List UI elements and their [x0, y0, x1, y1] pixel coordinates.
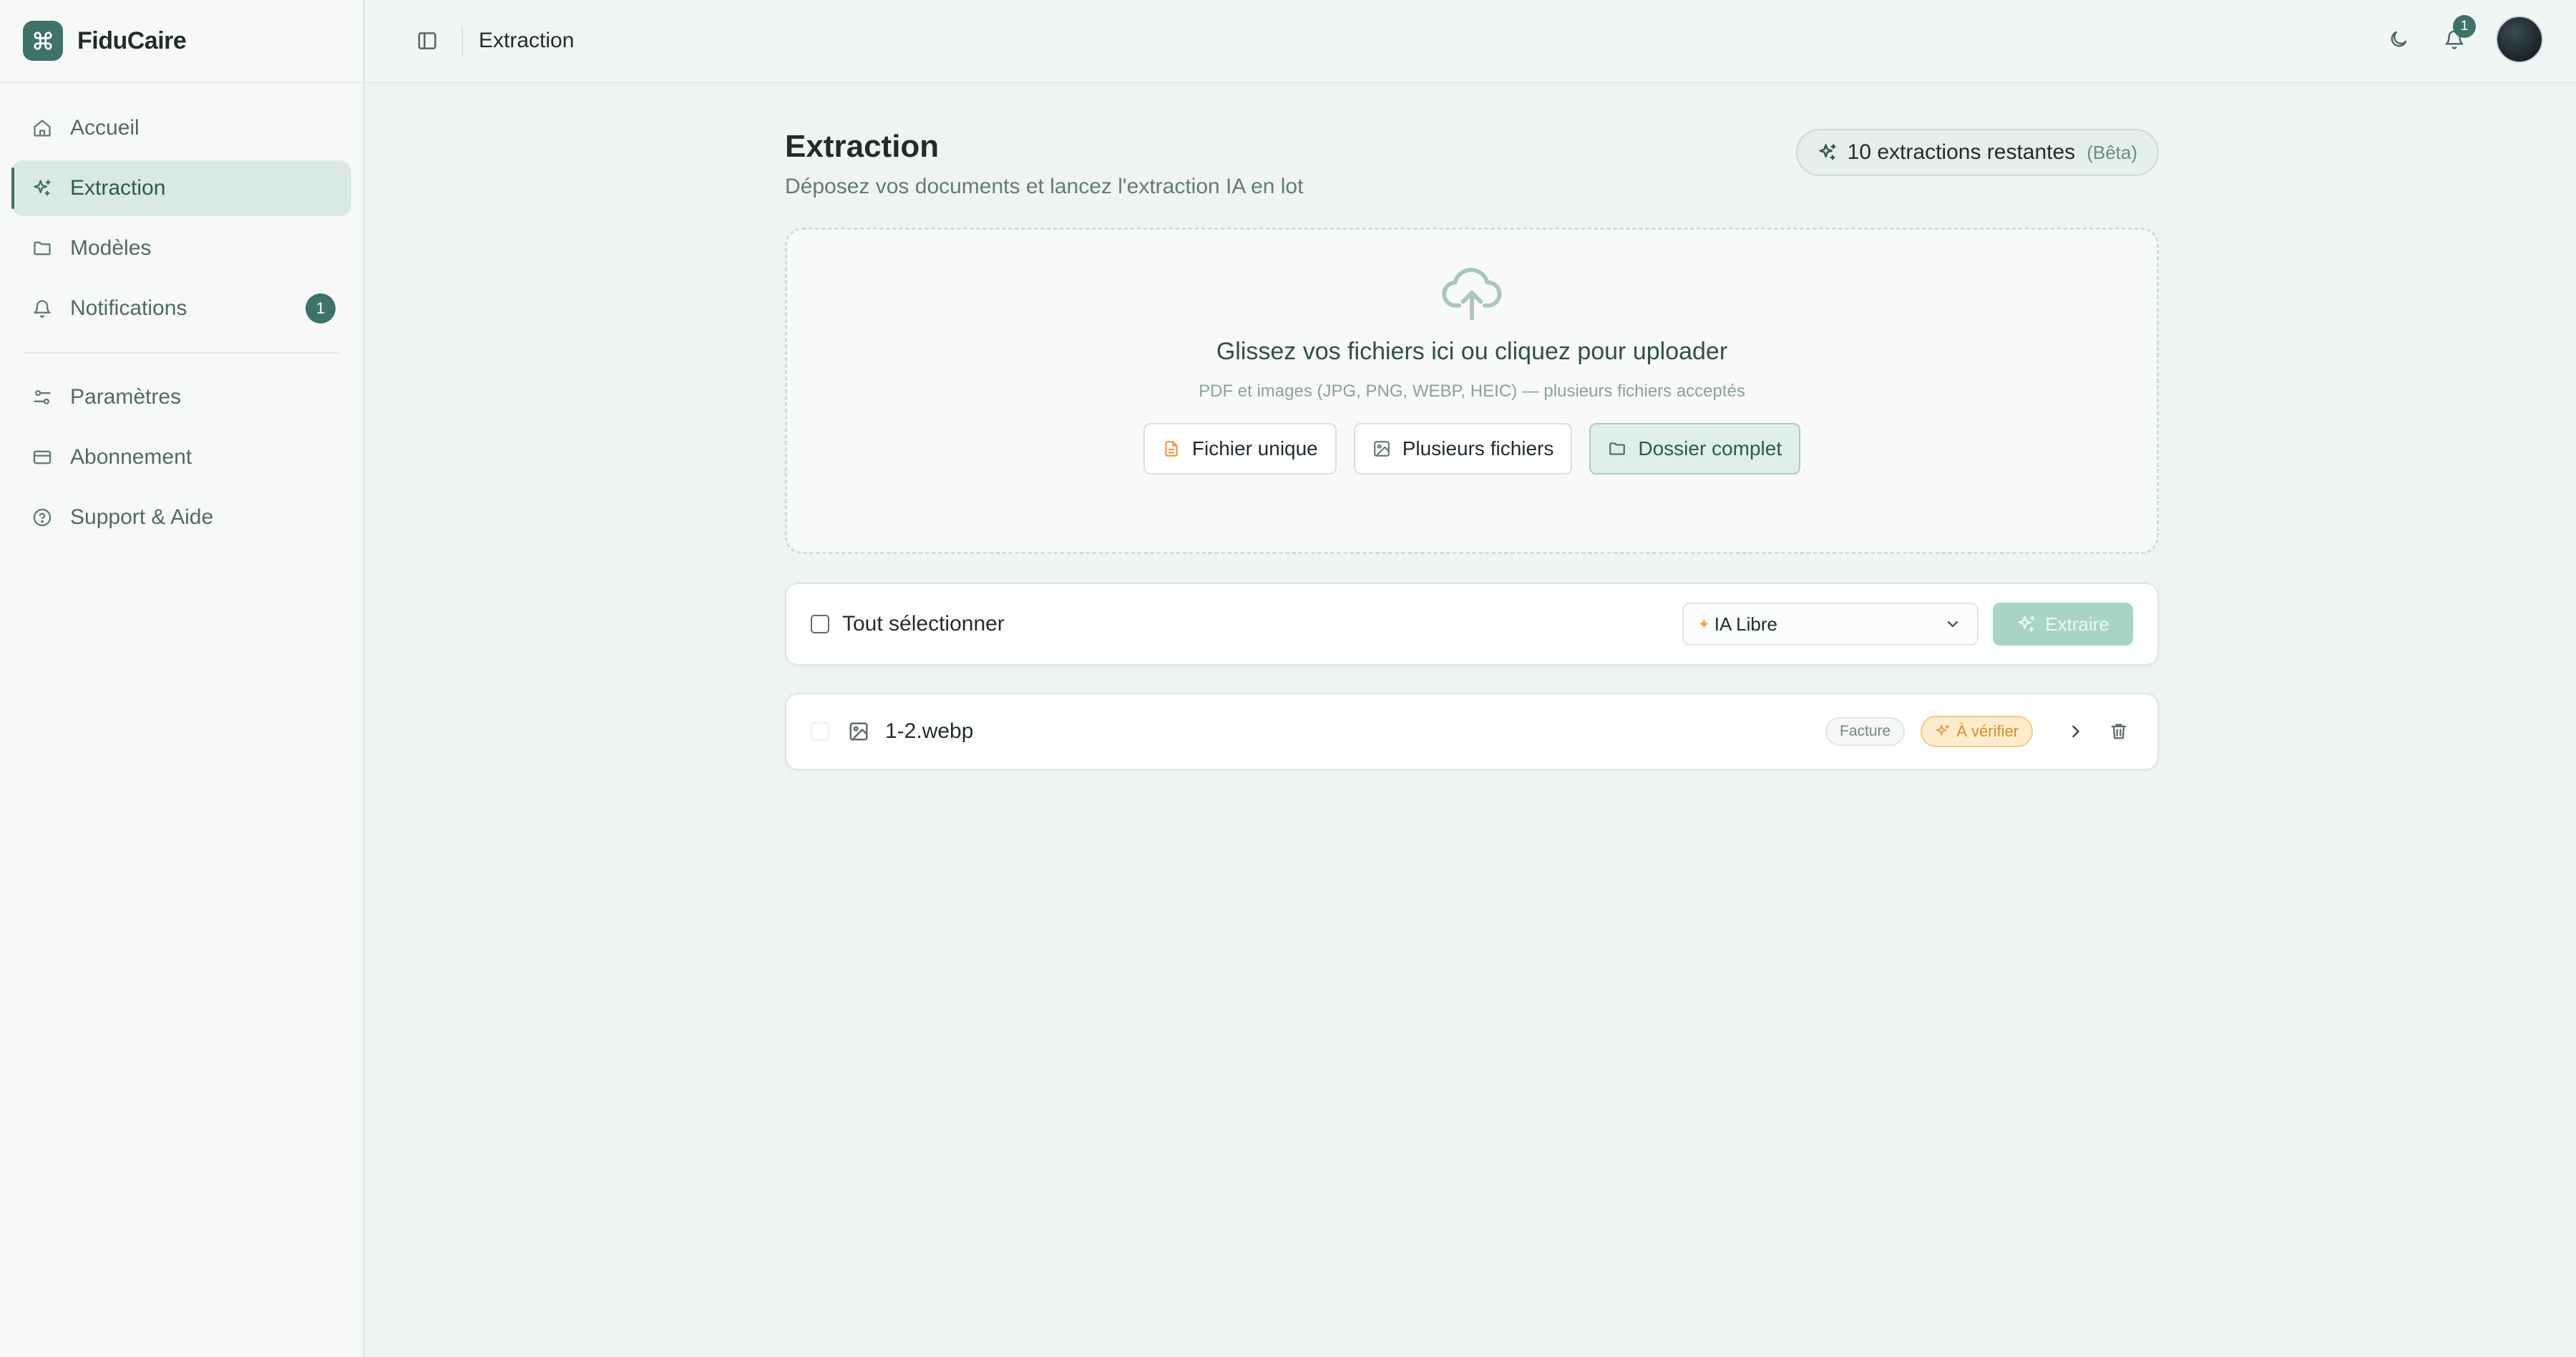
chevron-down-icon — [1944, 616, 1961, 633]
delete-file-button[interactable] — [2104, 717, 2133, 746]
image-icon — [848, 721, 869, 742]
page-subtitle: Déposez vos documents et lancez l'extrac… — [785, 175, 1304, 198]
home-icon — [31, 117, 53, 139]
sparkles-icon — [1818, 142, 1838, 162]
moon-icon — [2391, 31, 2407, 47]
brand-name: FiduCaire — [77, 26, 187, 54]
command-icon — [23, 21, 63, 61]
file-checkbox[interactable] — [811, 722, 829, 741]
multiple-files-button[interactable]: Plusieurs fichiers — [1353, 423, 1573, 475]
sparkle-icon: ✦ — [1698, 616, 1710, 633]
topbar-divider — [462, 26, 463, 55]
status-label: À vérifier — [1956, 722, 2019, 740]
sidebar-item-abonnement[interactable]: Abonnement — [11, 429, 351, 485]
folder-upload-label: Dossier complet — [1638, 437, 1782, 459]
sidebar-item-label: Accueil — [70, 116, 140, 140]
topbar-actions: 1 — [2366, 15, 2543, 63]
dropzone-subtitle: PDF et images (JPG, PNG, WEBP, HEIC) — p… — [1199, 381, 1745, 401]
open-file-button[interactable] — [2062, 717, 2090, 746]
beta-tag: (Bêta) — [2087, 141, 2137, 163]
notifications-button[interactable]: 1 — [2431, 15, 2477, 62]
credit-card-icon — [31, 447, 53, 468]
brand[interactable]: FiduCaire — [0, 0, 363, 83]
extract-button[interactable]: Extraire — [1993, 603, 2133, 646]
upload-options: Fichier unique Plusieurs fichiers Dossie… — [1143, 423, 1801, 475]
avatar[interactable] — [2496, 16, 2543, 63]
folder-icon — [31, 238, 53, 259]
sidebar-item-label: Support & Aide — [70, 505, 214, 529]
multiple-files-label: Plusieurs fichiers — [1402, 437, 1554, 459]
help-circle-icon — [31, 507, 53, 528]
sidebar-item-accueil[interactable]: Accueil — [11, 100, 351, 156]
bell-icon — [31, 298, 53, 319]
single-file-button[interactable]: Fichier unique — [1143, 423, 1337, 475]
image-icon — [1372, 439, 1391, 458]
sidebar-toggle-button[interactable] — [406, 19, 449, 62]
sidebar-item-label: Notifications — [70, 296, 187, 320]
sidebar-item-extraction[interactable]: Extraction — [11, 160, 351, 216]
upload-dropzone[interactable]: Glissez vos fichiers ici ou cliquez pour… — [785, 228, 2159, 554]
extraction-mode-select[interactable]: ✦ IA Libre — [1682, 603, 1979, 646]
notification-count-badge: 1 — [306, 293, 336, 324]
extract-label: Extraire — [2045, 613, 2109, 635]
sidebar-item-parametres[interactable]: Paramètres — [11, 369, 351, 425]
page-title: Extraction — [785, 129, 940, 164]
chevron-right-icon — [2072, 725, 2079, 738]
dropzone-title: Glissez vos fichiers ici ou cliquez pour… — [1216, 338, 1728, 365]
sidebar: FiduCaire Accueil Extraction Modèles Not… — [0, 0, 365, 1357]
trash-icon — [2111, 724, 2127, 739]
select-all-checkbox[interactable] — [811, 615, 829, 633]
notification-badge: 1 — [2453, 15, 2476, 38]
sidebar-nav: Accueil Extraction Modèles Notifications… — [0, 83, 363, 545]
sidebar-divider — [23, 352, 340, 354]
panel-left-icon — [418, 32, 436, 49]
single-file-label: Fichier unique — [1191, 437, 1318, 459]
folder-icon — [1608, 439, 1626, 458]
breadcrumb: Extraction — [479, 29, 575, 52]
quota-badge: 10 extractions restantes (Bêta) — [1795, 129, 2159, 176]
sliders-icon — [31, 386, 53, 408]
batch-toolbar: Tout sélectionner ✦ IA Libre Extraire — [785, 583, 2159, 666]
sidebar-item-modeles[interactable]: Modèles — [11, 220, 351, 276]
file-list-item[interactable]: 1-2.webp Facture À vérifier — [785, 693, 2159, 770]
sidebar-item-support[interactable]: Support & Aide — [11, 490, 351, 545]
folder-upload-button[interactable]: Dossier complet — [1589, 423, 1801, 475]
cloud-upload-icon — [1441, 264, 1503, 325]
sidebar-item-label: Abonnement — [70, 445, 192, 469]
sparkles-icon — [31, 177, 53, 199]
sidebar-item-notifications[interactable]: Notifications 1 — [11, 281, 351, 336]
extraction-mode-value: IA Libre — [1714, 613, 1777, 635]
document-type-badge: Facture — [1825, 717, 1906, 746]
sidebar-item-label: Extraction — [70, 176, 166, 200]
page-heading: Extraction Déposez vos documents et lanc… — [785, 129, 1303, 199]
select-all-label[interactable]: Tout sélectionner — [842, 612, 1005, 636]
quota-label: 10 extractions restantes — [1847, 140, 2076, 164]
file-text-icon — [1162, 439, 1181, 458]
main-content: Extraction Déposez vos documents et lanc… — [785, 129, 2159, 770]
file-name: 1-2.webp — [885, 719, 974, 743]
topbar: Extraction 1 — [367, 0, 2576, 83]
sparkles-icon — [1935, 724, 1951, 739]
theme-toggle-button[interactable] — [2376, 16, 2421, 62]
sidebar-item-label: Modèles — [70, 236, 152, 260]
sparkles-icon — [2016, 614, 2036, 634]
sidebar-item-label: Paramètres — [70, 385, 182, 409]
page-header: Extraction Déposez vos documents et lanc… — [785, 129, 2159, 199]
status-badge: À vérifier — [1921, 716, 2033, 747]
